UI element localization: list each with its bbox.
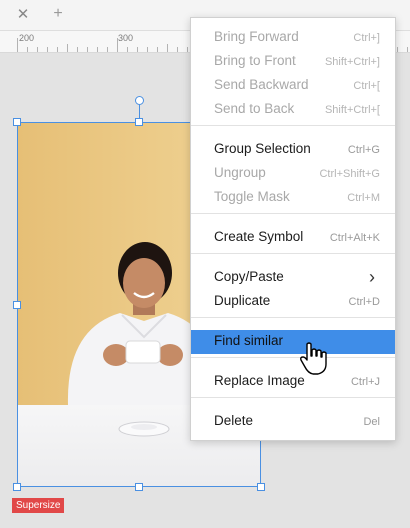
menu-separator (191, 357, 395, 358)
menu-item-shortcut: Ctrl+[ (353, 80, 380, 92)
menu-item-shortcut: Ctrl+M (347, 192, 380, 204)
menu-separator (191, 213, 395, 214)
ruler-tick (107, 47, 108, 52)
ruler-tick (127, 47, 128, 52)
menu-item-shortcut: Shift+Ctrl+] (324, 56, 380, 68)
ruler-tick (17, 38, 18, 52)
menu-item-find-similar[interactable]: Find similar (191, 330, 395, 354)
context-menu: Bring Forward Ctrl+] Bring to Front Shift+C… (190, 17, 396, 441)
ruler-tick (397, 47, 398, 52)
menu-separator (191, 397, 395, 398)
resize-handle-bottom-right[interactable] (257, 483, 265, 491)
ruler-label: 200 (19, 33, 35, 43)
menu-item-create-symbol[interactable]: Create Symbol Ctrl+Alt+K (191, 226, 395, 250)
resize-handle-left[interactable] (13, 301, 21, 309)
resize-handle-top[interactable] (135, 118, 143, 126)
menu-item-label: Duplicate (214, 293, 271, 308)
menu-item-shortcut: Ctrl+J (350, 376, 380, 388)
menu-item-label: Bring to Front (214, 53, 296, 68)
resize-handle-bottom[interactable] (135, 483, 143, 491)
ruler-tick (187, 47, 188, 52)
ruler-label: 300 (118, 33, 134, 43)
menu-item-label: Send to Back (214, 101, 295, 116)
ruler-tick (27, 47, 28, 52)
menu-item-label: Ungroup (214, 165, 266, 180)
menu-item-shortcut: Del (363, 416, 380, 428)
menu-item-label: Send Backward (214, 77, 309, 92)
menu-item-label: Copy/Paste (214, 269, 284, 284)
menu-separator (191, 253, 395, 254)
menu-item-shortcut: Ctrl+G (347, 144, 380, 156)
menu-item-label: Create Symbol (214, 229, 304, 244)
ruler-tick (77, 47, 78, 52)
menu-item-bring-to-front[interactable]: Bring to Front Shift+Ctrl+] (191, 50, 395, 74)
menu-item-group-selection[interactable]: Group Selection Ctrl+G (191, 138, 395, 162)
ruler-tick (167, 44, 168, 52)
resize-handle-top-left[interactable] (13, 118, 21, 126)
menu-item-replace-image[interactable]: Replace Image Ctrl+J (191, 370, 395, 394)
menu-item-shortcut: Ctrl+D (348, 296, 380, 308)
menu-item-shortcut: Ctrl+Shift+G (319, 168, 380, 180)
ruler-tick (117, 38, 118, 52)
menu-item-shortcut: Ctrl+Alt+K (329, 232, 380, 244)
supersize-badge: Supersize (12, 498, 65, 513)
menu-item-send-to-back[interactable]: Send to Back Shift+Ctrl+[ (191, 98, 395, 122)
resize-handle-bottom-left[interactable] (13, 483, 21, 491)
menu-item-toggle-mask[interactable]: Toggle Mask Ctrl+M (191, 186, 395, 210)
ruler-tick (137, 47, 138, 52)
chevron-right-icon: › (369, 267, 375, 287)
plus-icon[interactable]: + (50, 6, 66, 22)
menu-separator (191, 125, 395, 126)
menu-separator (191, 317, 395, 318)
ruler-tick (407, 47, 408, 52)
menu-item-label: Replace Image (214, 373, 305, 388)
ruler-tick (37, 47, 38, 52)
ruler-tick (147, 47, 148, 52)
menu-item-label: Delete (214, 413, 254, 428)
ruler-tick (87, 47, 88, 52)
menu-item-shortcut: Ctrl+] (353, 32, 380, 44)
menu-item-label: Toggle Mask (214, 189, 290, 204)
menu-item-copy-paste[interactable]: Copy/Paste › (191, 266, 395, 290)
rotation-handle[interactable] (135, 96, 144, 105)
close-icon[interactable]: ✕ (15, 7, 31, 23)
ruler-tick (97, 47, 98, 52)
ruler-tick (57, 47, 58, 52)
menu-item-label: Group Selection (214, 141, 311, 156)
menu-item-bring-forward[interactable]: Bring Forward Ctrl+] (191, 26, 395, 50)
menu-item-label: Find similar (214, 333, 284, 348)
menu-item-shortcut: Shift+Ctrl+[ (324, 104, 380, 116)
ruler-tick (47, 47, 48, 52)
menu-item-send-backward[interactable]: Send Backward Ctrl+[ (191, 74, 395, 98)
ruler-tick (177, 47, 178, 52)
menu-item-delete[interactable]: Delete Del (191, 410, 395, 434)
menu-item-ungroup[interactable]: Ungroup Ctrl+Shift+G (191, 162, 395, 186)
menu-item-label: Bring Forward (214, 29, 299, 44)
hand-cursor-icon (300, 342, 327, 375)
menu-item-duplicate[interactable]: Duplicate Ctrl+D (191, 290, 395, 314)
ruler-tick (67, 44, 68, 52)
ruler-tick (157, 47, 158, 52)
